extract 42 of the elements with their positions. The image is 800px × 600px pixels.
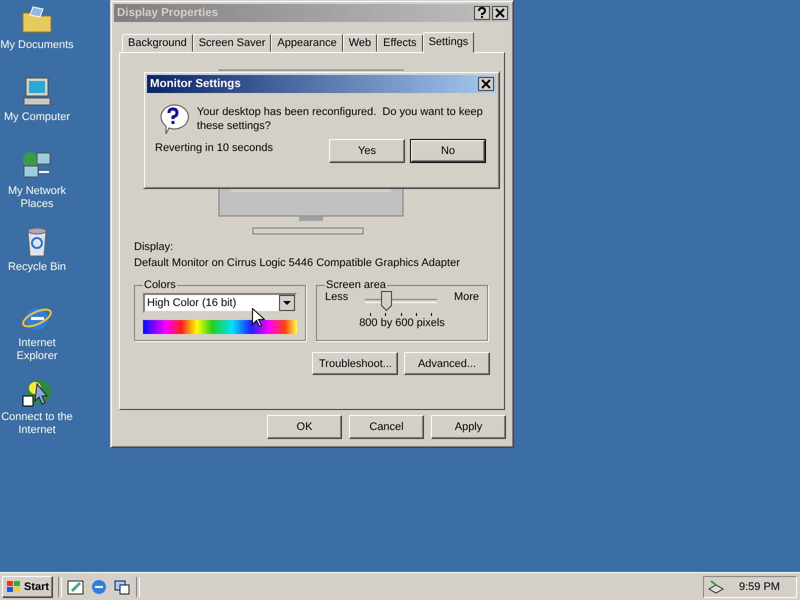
desktop-icon-label[interactable]: Recycle Bin	[8, 261, 66, 274]
desktop-icon-label[interactable]: My Documents	[0, 39, 74, 52]
colors-label: Colors	[143, 279, 177, 291]
more-label: More	[454, 291, 479, 303]
desktop-icon-label[interactable]: My Computer	[4, 111, 70, 124]
tab[interactable]: Effects	[377, 34, 423, 52]
colors-dropdown[interactable]: High Color (16 bit)	[143, 293, 297, 313]
display-label: Display:	[134, 240, 174, 255]
dialog-button[interactable]: OK	[267, 415, 342, 439]
desktop-icon-label[interactable]: Internet Explorer	[0, 337, 74, 363]
tab[interactable]: Background	[122, 34, 193, 52]
panel-button[interactable]: Advanced...	[404, 352, 490, 375]
desktop-icon[interactable]	[67, 578, 86, 596]
clock: 9:59 PM	[739, 580, 780, 592]
resolution-slider[interactable]	[365, 291, 438, 317]
screen-area-label: Screen area	[325, 279, 387, 291]
desktop-icon-label[interactable]: Connect to the Internet	[0, 411, 74, 437]
less-label: Less	[325, 291, 348, 303]
message-text: Your desktop has been reconfigured. Do you want to keep these settings?	[196, 105, 484, 134]
window-title: Display Properties	[117, 7, 218, 19]
dialog-button[interactable]: Cancel	[349, 415, 424, 439]
dialog-button[interactable]: Apply	[431, 415, 506, 439]
windows-logo-icon	[6, 580, 22, 594]
display-adapter-text: Default Monitor on Cirrus Logic 5446 Compatible Graphics Adapter	[134, 256, 461, 271]
mouse-pointer-icon	[252, 308, 265, 328]
browser-icon[interactable]	[90, 578, 108, 596]
tab[interactable]: Settings	[422, 32, 474, 53]
tab[interactable]: Web	[342, 34, 378, 52]
panel-button[interactable]: Troubleshoot...	[312, 352, 398, 375]
network-icon[interactable]	[707, 578, 725, 594]
desktop-icon-label[interactable]: My Network Places	[0, 185, 74, 211]
close-button[interactable]	[478, 77, 494, 91]
computer-icon[interactable]	[21, 76, 53, 108]
tab[interactable]: Appearance	[271, 34, 343, 52]
dialog-button[interactable]: Yes	[329, 139, 405, 163]
start-button[interactable]: Start	[2, 576, 54, 598]
dialog-button[interactable]: No	[410, 139, 486, 163]
resolution-text: 800 by 600 pixels	[358, 317, 446, 329]
tab[interactable]: Screen Saver	[192, 34, 272, 52]
window-title: Monitor Settings	[150, 78, 241, 90]
countdown-text: Reverting in 10 seconds	[155, 142, 274, 154]
slider-thumb[interactable]	[380, 291, 392, 311]
